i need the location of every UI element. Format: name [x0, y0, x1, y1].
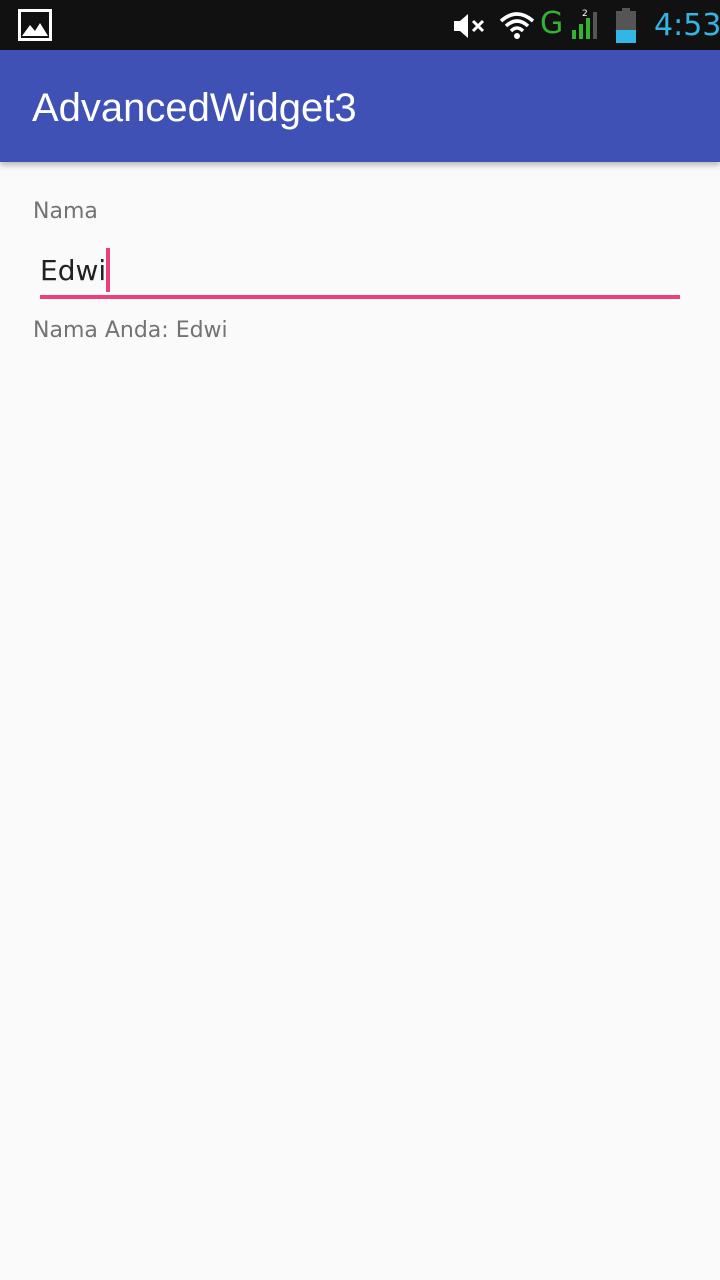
battery-icon: [616, 8, 636, 43]
wifi-icon: [499, 12, 535, 39]
name-label: Nama: [33, 199, 98, 224]
input-underline: [40, 295, 680, 299]
result-text: Nama Anda: Edwi: [33, 318, 228, 343]
text-cursor: [106, 248, 110, 292]
app-title: AdvancedWidget3: [32, 86, 357, 130]
clock: 4:53: [654, 8, 720, 43]
signal-badge: 2: [582, 9, 588, 19]
app-bar: AdvancedWidget3: [0, 50, 720, 162]
mute-icon: [454, 14, 485, 38]
signal-icon: 2: [572, 9, 597, 39]
gallery-icon: [18, 9, 52, 41]
name-input[interactable]: [40, 244, 680, 296]
network-type: G: [540, 6, 564, 41]
name-field[interactable]: [40, 244, 680, 300]
status-bar: G 2 4:53: [0, 0, 720, 50]
